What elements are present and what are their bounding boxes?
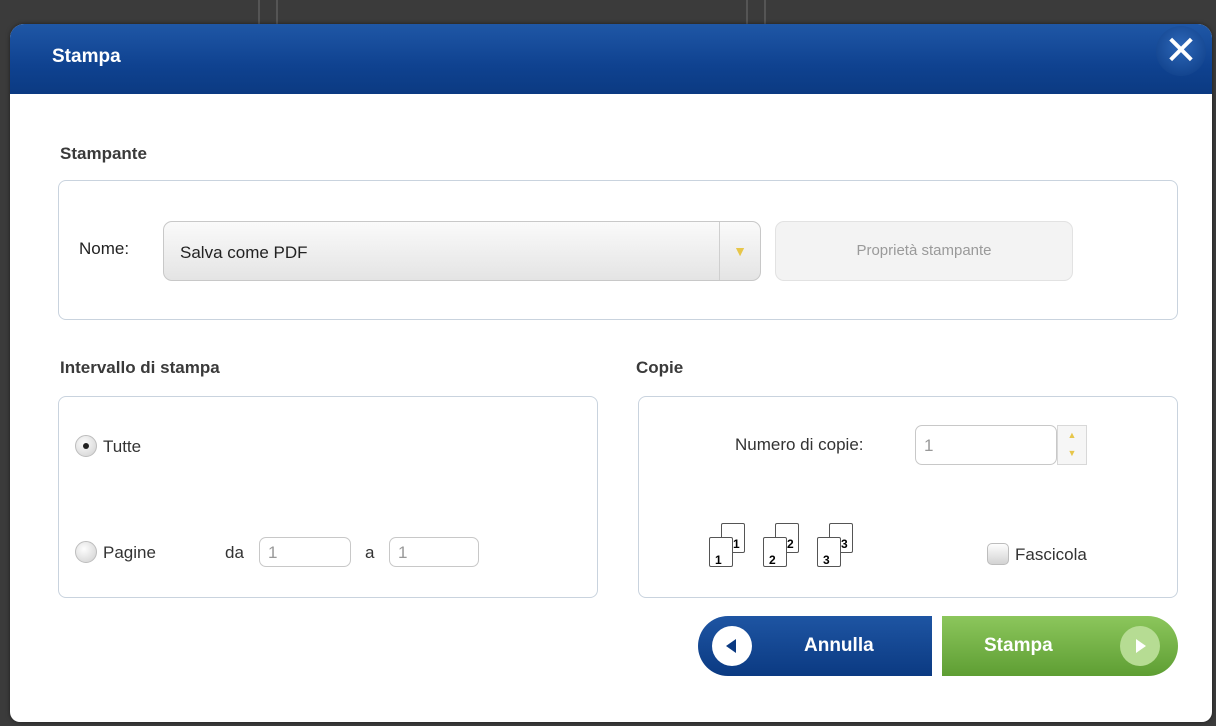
page-number: 2 — [769, 553, 776, 567]
print-dialog: Stampa ✕ Stampante Nome: Salva come PDF … — [10, 24, 1212, 722]
printer-select[interactable]: Salva come PDF ▼ — [163, 221, 761, 281]
range-from-label: da — [225, 543, 244, 562]
dialog-title: Stampa — [52, 46, 121, 67]
copies-group: Numero di copie: 1 ▲ ▼ 1 1 2 2 3 3 Fasci… — [638, 396, 1178, 598]
background-divider — [276, 0, 278, 26]
close-icon[interactable]: ✕ — [1156, 26, 1206, 76]
page-number: 1 — [715, 553, 722, 567]
arrow-right-icon — [1120, 626, 1160, 666]
print-button[interactable]: Stampa — [942, 616, 1178, 676]
dialog-titlebar: Stampa ✕ — [10, 24, 1212, 94]
chevron-up-icon[interactable]: ▲ — [1058, 430, 1086, 440]
cancel-button[interactable]: Annulla — [698, 616, 932, 676]
cancel-button-label: Annulla — [804, 635, 874, 656]
range-to-label: a — [365, 543, 375, 562]
copies-section-label: Copie — [636, 358, 684, 377]
page-number: 3 — [823, 553, 830, 567]
copies-count-label: Numero di copie: — [735, 435, 864, 454]
printer-group: Nome: Salva come PDF ▼ Proprietà stampan… — [58, 180, 1178, 320]
background-divider — [764, 0, 766, 26]
page-number: 1 — [733, 537, 740, 551]
range-to-input[interactable]: 1 — [389, 537, 479, 567]
chevron-down-icon[interactable]: ▼ — [1058, 448, 1086, 458]
copies-stepper[interactable]: ▲ ▼ — [1057, 425, 1087, 465]
background-divider — [258, 0, 260, 26]
printer-properties-button[interactable]: Proprietà stampante — [775, 221, 1073, 281]
printer-name-label: Nome: — [79, 239, 130, 258]
range-group: Tutte Pagine da 1 a 1 — [58, 396, 598, 598]
copies-count-input[interactable]: 1 — [915, 425, 1057, 465]
page-number: 3 — [841, 537, 848, 551]
range-section-label: Intervallo di stampa — [60, 358, 220, 377]
print-button-label: Stampa — [984, 635, 1053, 656]
radio-all-label: Tutte — [103, 437, 142, 456]
printer-select-value: Salva come PDF — [180, 243, 308, 262]
range-from-input[interactable]: 1 — [259, 537, 351, 567]
arrow-left-icon — [712, 626, 752, 666]
page-number: 2 — [787, 537, 794, 551]
radio-pages[interactable] — [75, 541, 97, 563]
collate-label: Fascicola — [1015, 545, 1087, 564]
printer-section-label: Stampante — [60, 144, 147, 163]
background-divider — [746, 0, 748, 26]
chevron-down-icon[interactable]: ▼ — [719, 222, 760, 280]
collate-checkbox[interactable] — [987, 543, 1009, 565]
radio-all[interactable] — [75, 435, 97, 457]
radio-pages-label: Pagine — [103, 543, 156, 562]
